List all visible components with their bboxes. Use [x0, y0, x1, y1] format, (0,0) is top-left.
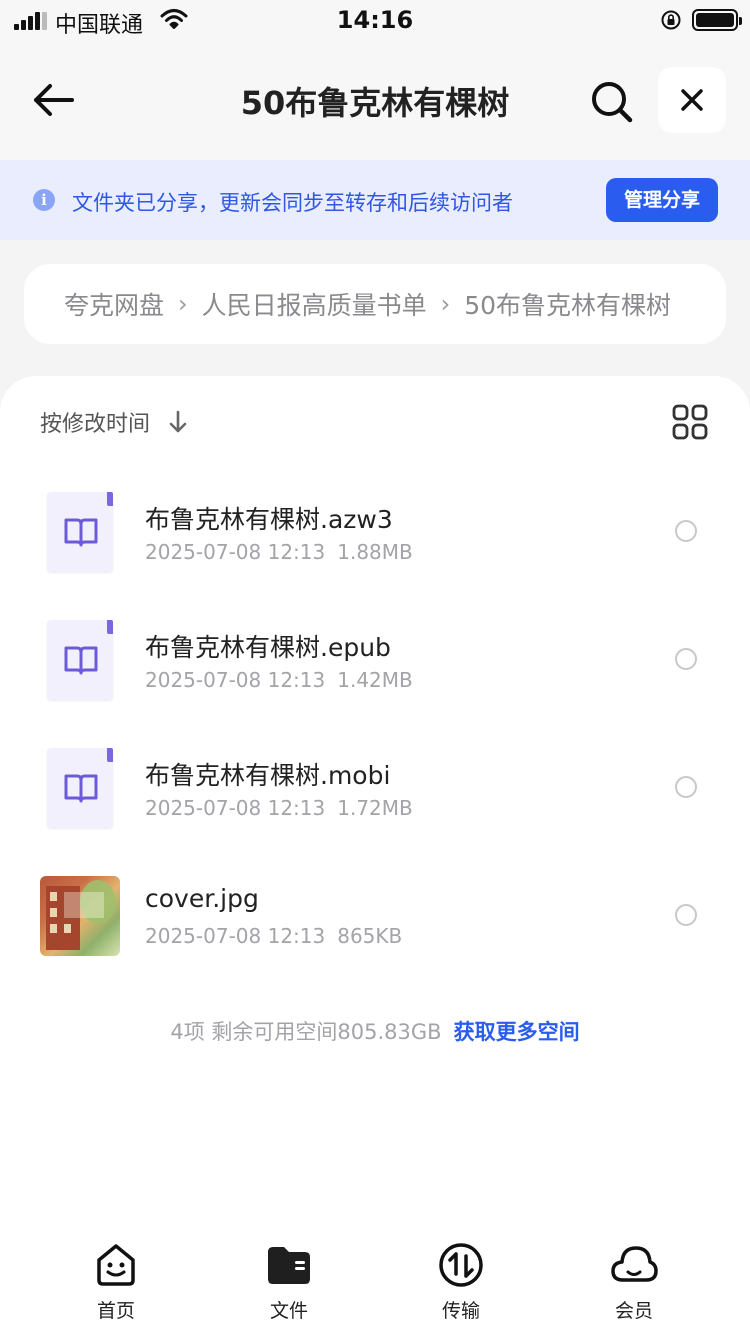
file-row[interactable]: 布鲁克林有棵树.azw3 2025-07-08 12:13 1.88MB [0, 492, 750, 602]
breadcrumb-separator: › [178, 290, 188, 318]
tab-label: 文件 [269, 1300, 308, 1322]
share-notice-text: 文件夹已分享，更新会同步至转存和后续访问者 [72, 191, 513, 215]
tab-label: 传输 [441, 1300, 480, 1322]
breadcrumb-item-parent[interactable]: 人民日报高质量书单 [202, 286, 427, 322]
sort-selector[interactable]: 按修改时间 [40, 406, 188, 438]
file-size: 1.42MB [337, 668, 413, 692]
breadcrumb-item-root[interactable]: 夸克网盘 [64, 286, 164, 322]
file-list-panel: 按修改时间 布鲁克林有棵树.azw3 2025-07-08 12:13 1.88M… [0, 376, 750, 1334]
select-checkbox[interactable] [675, 776, 697, 798]
manage-share-button[interactable]: 管理分享 [606, 178, 718, 222]
tab-files[interactable]: 文件 [229, 1240, 349, 1326]
battery-icon [692, 9, 742, 31]
file-name: 布鲁克林有棵树.azw3 [145, 505, 393, 534]
select-checkbox[interactable] [675, 520, 697, 542]
file-meta: 2025-07-08 12:13 1.88MB [145, 540, 413, 564]
folder-icon [268, 1247, 310, 1284]
status-bar: 中国联通 14:16 [0, 0, 750, 40]
file-size: 865KB [337, 924, 403, 948]
orientation-lock-icon [661, 10, 681, 30]
file-date: 2025-07-08 12:13 [145, 796, 326, 820]
arrow-down-icon [169, 410, 187, 433]
smiley-home-icon [97, 1244, 135, 1286]
select-checkbox[interactable] [675, 648, 697, 670]
share-banner: i 文件夹已分享，更新会同步至转存和后续访问者 管理分享 [0, 160, 750, 240]
file-size: 1.88MB [337, 540, 413, 564]
storage-summary: 4项 剩余可用空间805.83GB 获取更多空间 [0, 1016, 750, 1046]
select-checkbox[interactable] [675, 904, 697, 926]
page-title: 50布鲁克林有棵树 [240, 84, 510, 122]
file-date: 2025-07-08 12:13 [145, 540, 326, 564]
file-date: 2025-07-08 12:13 [145, 924, 326, 948]
get-more-space-link[interactable]: 获取更多空间 [454, 1020, 580, 1044]
file-date: 2025-07-08 12:13 [145, 668, 326, 692]
ebook-file-icon [40, 748, 120, 828]
cloud-icon [611, 1246, 658, 1282]
file-row[interactable]: 布鲁克林有棵树.mobi 2025-07-08 12:13 1.72MB [0, 748, 750, 858]
close-icon [681, 89, 703, 111]
status-time: 14:16 [336, 6, 414, 34]
ebook-file-icon [40, 620, 120, 700]
grid-view-icon[interactable] [672, 404, 708, 440]
back-button[interactable] [30, 78, 78, 122]
file-name: 布鲁克林有棵树.mobi [145, 761, 391, 790]
file-meta: 2025-07-08 12:13 1.42MB [145, 668, 413, 692]
file-size: 1.72MB [337, 796, 413, 820]
info-icon: i [33, 189, 55, 211]
book-icon [64, 774, 98, 803]
sort-label: 按修改时间 [40, 412, 151, 437]
book-icon [64, 646, 98, 675]
nav-header: 50布鲁克林有棵树 [0, 40, 750, 160]
breadcrumb-item-current[interactable]: 50布鲁克林有棵树 [464, 286, 671, 322]
tab-label: 会员 [614, 1300, 653, 1322]
file-row[interactable]: 布鲁克林有棵树.epub 2025-07-08 12:13 1.42MB [0, 620, 750, 730]
file-meta: 2025-07-08 12:13 1.72MB [145, 796, 413, 820]
breadcrumb: 夸克网盘 › 人民日报高质量书单 › 50布鲁克林有棵树 [24, 264, 726, 344]
search-icon[interactable] [588, 78, 634, 124]
image-thumbnail [40, 876, 120, 956]
file-name: 布鲁克林有棵树.epub [145, 633, 391, 662]
ebook-file-icon [40, 492, 120, 572]
close-button[interactable] [658, 67, 726, 133]
file-row[interactable]: cover.jpg 2025-07-08 12:13 865KB [0, 876, 750, 986]
file-name: cover.jpg [145, 884, 259, 913]
book-icon [64, 518, 98, 547]
tab-transfer[interactable]: 传输 [401, 1240, 521, 1326]
storage-info-text: 4项 剩余可用空间805.83GB [170, 1020, 442, 1044]
transfer-icon [439, 1243, 483, 1287]
breadcrumb-separator: › [440, 290, 451, 318]
file-meta: 2025-07-08 12:13 865KB [145, 924, 402, 948]
tab-home[interactable]: 首页 [56, 1240, 176, 1326]
tab-label: 首页 [96, 1300, 135, 1322]
bottom-tab-bar: 首页 文件 传输 会员 [0, 1226, 750, 1334]
tab-membership[interactable]: 会员 [574, 1240, 694, 1326]
